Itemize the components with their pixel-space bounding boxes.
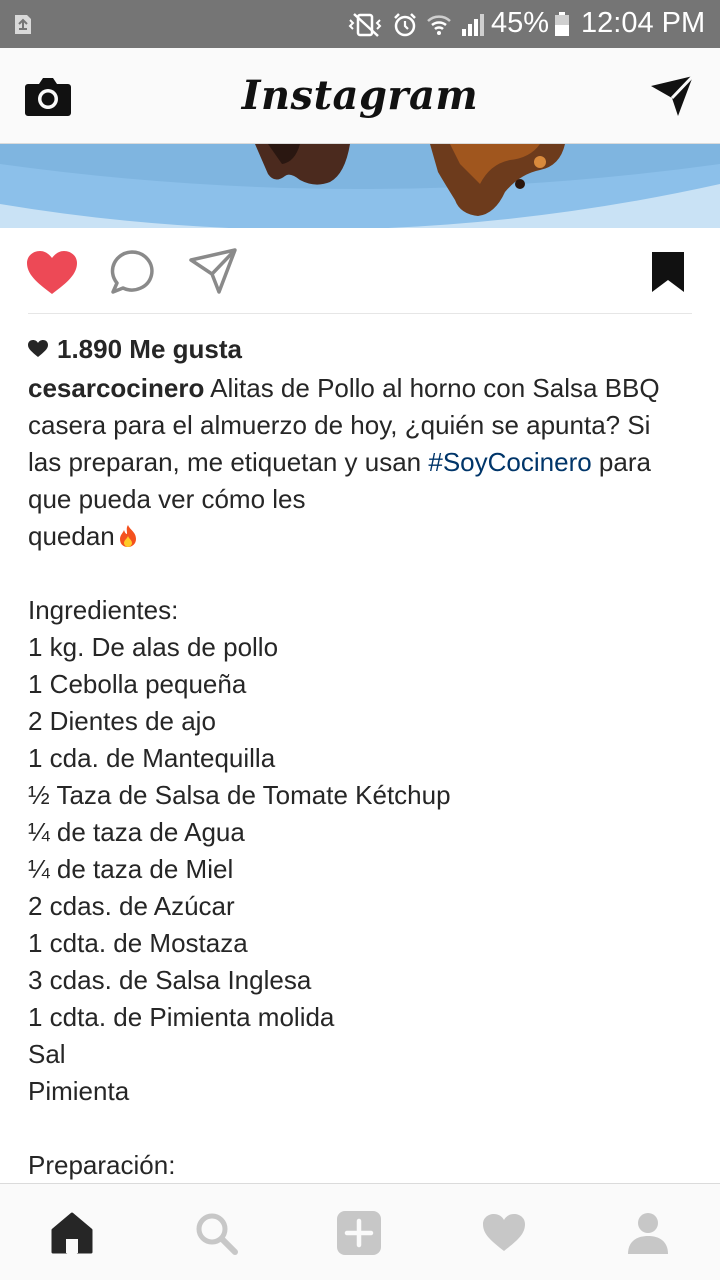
- status-icons: [348, 11, 494, 39]
- caption-text: quedan: [28, 521, 115, 551]
- home-icon[interactable]: [49, 1210, 95, 1256]
- ingredient-item: 1 cda. de Mantequilla: [28, 743, 276, 773]
- clock: 12:04 PM: [581, 7, 706, 39]
- bookmark-icon[interactable]: [650, 250, 686, 294]
- recycle-icon: [15, 15, 31, 34]
- ingredient-item: 1 cdta. de Mostaza: [28, 928, 248, 958]
- caption-line: cesarcocinero Alitas de Pollo al horno c…: [28, 370, 698, 407]
- caption-line: que pueda ver cómo les: [28, 484, 306, 514]
- caption-line: quedan: [28, 518, 698, 555]
- likes-text: 1.890 Me gusta: [57, 333, 242, 364]
- instagram-logo: Instagram: [241, 72, 479, 119]
- post-image-content: [0, 144, 720, 228]
- caption-username[interactable]: cesarcocinero: [28, 373, 204, 403]
- caption-hashtag[interactable]: #SoyCocinero: [428, 447, 591, 477]
- ingredient-item: 1 Cebolla pequeña: [28, 669, 247, 699]
- ingredient-item: 2 Dientes de ajo: [28, 706, 216, 736]
- status-bar: 45% 12:04 PM: [0, 0, 720, 48]
- alarm-icon: [394, 13, 416, 37]
- caption-line: casera para el almuerzo de hoy, ¿quién s…: [28, 410, 651, 440]
- heart-icon[interactable]: [26, 250, 78, 296]
- app-header: Instagram: [0, 48, 720, 144]
- ingredient-item: 1 kg. De alas de pollo: [28, 632, 279, 662]
- direct-message-icon[interactable]: [648, 74, 696, 118]
- post-actions: [0, 228, 720, 314]
- vibrate-icon: [348, 13, 382, 37]
- fire-emoji-icon: [119, 525, 136, 547]
- bottom-nav: [0, 1183, 720, 1280]
- ingredient-item: Sal: [28, 1039, 66, 1069]
- likes-count[interactable]: 1.890 Me gusta: [28, 332, 242, 366]
- ingredient-item: 3 cdas. de Salsa Inglesa: [28, 965, 312, 995]
- actions-divider: [28, 313, 692, 314]
- battery-percent: 45%: [491, 7, 550, 39]
- signal-icon: [462, 14, 484, 36]
- ingredient-item: 1 cdta. de Pimienta molida: [28, 1002, 335, 1032]
- caption-text: para: [598, 447, 651, 477]
- ingredient-item: ¼ de taza de Agua: [28, 817, 245, 847]
- small-heart-icon: [28, 340, 48, 357]
- post-caption: cesarcocinero Alitas de Pollo al horno c…: [28, 370, 698, 1184]
- caption-text: las preparan, me etiquetan y usan: [28, 447, 422, 477]
- share-icon[interactable]: [188, 248, 238, 296]
- ingredient-item: ¼ de taza de Miel: [28, 854, 234, 884]
- ingredient-item: Pimienta: [28, 1076, 130, 1106]
- caption-line: las preparan, me etiquetan y usan #SoyCo…: [28, 444, 698, 481]
- activity-heart-icon[interactable]: [481, 1210, 527, 1256]
- ingredients-heading: Ingredientes:: [28, 595, 179, 625]
- ingredient-item: ½ Taza de Salsa de Tomate Kétchup: [28, 780, 451, 810]
- search-icon[interactable]: [193, 1210, 239, 1256]
- post-image[interactable]: [0, 144, 720, 228]
- profile-icon[interactable]: [625, 1210, 671, 1256]
- battery-icon: [555, 12, 569, 36]
- comment-icon[interactable]: [108, 248, 156, 296]
- preparation-heading: Preparación:: [28, 1150, 176, 1180]
- wifi-icon: [427, 15, 451, 35]
- ingredient-item: 2 cdas. de Azúcar: [28, 891, 235, 921]
- caption-text: Alitas de Pollo al horno con Salsa BBQ: [210, 373, 660, 403]
- add-post-icon[interactable]: [336, 1210, 382, 1256]
